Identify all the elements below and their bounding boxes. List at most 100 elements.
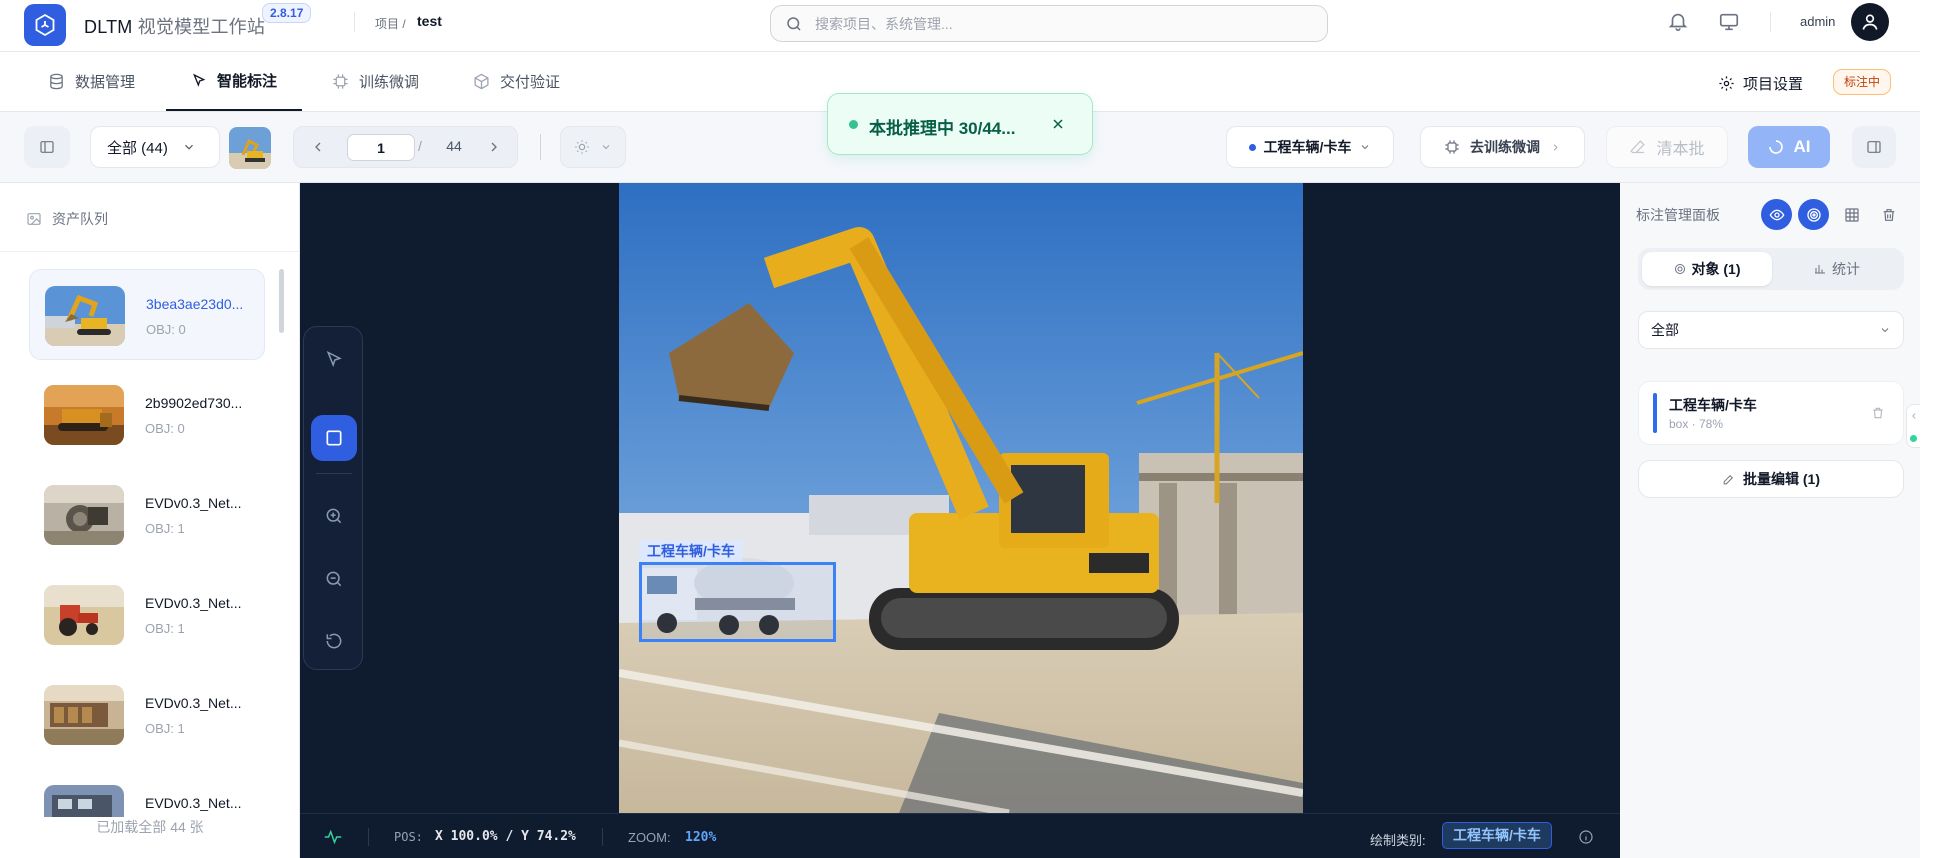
zoom-label: ZOOM: — [628, 830, 671, 845]
asset-thumbnail — [45, 286, 125, 346]
asset-thumbnail — [44, 385, 124, 445]
app-logo[interactable] — [24, 4, 66, 46]
tab-label: 数据管理 — [75, 74, 136, 91]
toggle-left-panel-button[interactable] — [24, 126, 70, 168]
top-header: DLTM 视觉模型工作站 2.8.17 项目 / test admin — [0, 0, 1920, 52]
header-divider — [354, 12, 355, 32]
bar-chart-icon — [1815, 265, 1825, 274]
trash-icon — [1883, 208, 1894, 221]
asset-name: 2b9902ed730... — [145, 395, 243, 411]
object-filter-select[interactable]: 全部 — [1638, 311, 1904, 349]
zoom-out-icon — [326, 571, 342, 587]
chevron-down-icon — [1881, 328, 1889, 333]
trash-icon[interactable] — [1871, 406, 1885, 420]
notification-bell-icon[interactable] — [1667, 10, 1689, 32]
segment-stats[interactable]: 统计 — [1774, 252, 1900, 286]
toggle-visibility-button[interactable] — [1761, 199, 1792, 230]
online-status-dot — [1910, 435, 1917, 442]
toggle-right-panel-button[interactable] — [1852, 126, 1896, 168]
asset-item[interactable]: 2b9902ed730... OBJ: 0 — [29, 369, 265, 460]
square-icon — [326, 430, 342, 446]
asset-object-count: OBJ: 1 — [145, 621, 185, 636]
scope-select[interactable]: 全部 (44) — [90, 126, 220, 168]
version-badge: 2.8.17 — [262, 3, 312, 23]
rectangle-tool[interactable] — [311, 415, 357, 461]
class-select[interactable]: 工程车辆/卡车 — [1226, 126, 1394, 168]
asset-item[interactable]: EVDv0.3_Net... OBJ: 1 — [29, 669, 265, 760]
next-page-icon[interactable] — [486, 139, 502, 155]
segment-objects-label: 对象 (1) — [1691, 261, 1741, 277]
collapse-panel-handle[interactable] — [1906, 404, 1920, 448]
asset-thumbnail — [44, 485, 124, 545]
project-settings-button[interactable]: 项目设置 — [1718, 73, 1803, 94]
batch-edit-button[interactable]: 批量编辑 (1) — [1638, 460, 1904, 498]
info-icon[interactable] — [1578, 829, 1594, 845]
toggle-focus-button[interactable] — [1798, 199, 1829, 230]
zoom-out-tool[interactable] — [311, 556, 357, 602]
annotation-image[interactable] — [619, 183, 1303, 813]
select-tool[interactable] — [311, 337, 357, 383]
bounding-box[interactable] — [639, 562, 836, 642]
monitor-icon[interactable] — [1718, 11, 1740, 33]
spinner-icon — [1768, 140, 1783, 154]
header-divider — [1770, 12, 1771, 32]
grid-icon — [1844, 207, 1859, 222]
asset-name: EVDv0.3_Net... — [145, 695, 242, 711]
user-icon — [1862, 14, 1878, 30]
ai-label: AI — [1793, 137, 1811, 156]
chevron-down-icon — [1362, 145, 1369, 150]
tool-divider — [316, 473, 352, 474]
chip-icon — [333, 74, 348, 89]
tab-label: 训练微调 — [359, 74, 420, 91]
canvas-status-bar: POS: X 100.0% / Y 74.2% ZOOM: 120% 绘制类别:… — [300, 813, 1620, 858]
asset-item[interactable]: 3bea3ae23d0... OBJ: 0 — [29, 269, 265, 360]
asset-queue-sidebar: 资产队列 3bea3ae23d0... OBJ: 0 2b9902ed730..… — [0, 183, 300, 858]
position-label: POS: — [394, 830, 423, 844]
project-settings-label: 项目设置 — [1743, 76, 1804, 93]
user-name[interactable]: admin — [1800, 14, 1835, 29]
asset-item[interactable]: EVDv0.3_Net... OBJ: 1 — [29, 569, 265, 660]
tab-delivery[interactable]: 交付验证 — [473, 52, 583, 111]
chevron-left-icon — [1912, 413, 1916, 419]
status-divider — [368, 828, 369, 846]
tab-smart-annotation[interactable]: 智能标注 — [166, 52, 302, 111]
asset-item[interactable]: EVDv0.3_Net... — [29, 769, 265, 817]
go-training-label: 去训练微调 — [1470, 139, 1540, 155]
delete-all-button[interactable] — [1873, 199, 1904, 230]
avatar[interactable] — [1851, 3, 1889, 41]
segment-objects[interactable]: 对象 (1) — [1642, 252, 1772, 286]
page-number-input[interactable] — [347, 134, 415, 161]
grid-view-button[interactable] — [1836, 199, 1867, 230]
tab-training[interactable]: 训练微调 — [332, 52, 442, 111]
object-class-name: 工程车辆/卡车 — [1669, 397, 1757, 413]
asset-list-scrollbar[interactable] — [279, 269, 284, 333]
clear-batch-button[interactable]: 清本批 — [1606, 126, 1728, 168]
asset-item[interactable]: EVDv0.3_Net... OBJ: 1 — [29, 469, 265, 560]
go-training-button[interactable]: 去训练微调 — [1420, 126, 1585, 168]
cube-icon — [474, 73, 489, 90]
previous-page-icon[interactable] — [310, 139, 326, 155]
eye-icon — [1769, 209, 1784, 220]
gear-icon — [1719, 76, 1734, 91]
tab-data-management[interactable]: 数据管理 — [48, 52, 148, 111]
ai-inference-button[interactable]: AI — [1748, 126, 1830, 168]
object-list-item[interactable]: 工程车辆/卡车 box · 78% — [1638, 381, 1904, 445]
breadcrumb-project[interactable]: test — [417, 13, 442, 29]
close-icon[interactable] — [1050, 116, 1066, 132]
asset-object-count: OBJ: 0 — [145, 421, 185, 436]
inference-toast: 本批推理中 30/44... — [827, 93, 1093, 155]
app-subtitle: 视觉模型工作站 — [137, 17, 266, 37]
global-search[interactable] — [770, 5, 1328, 42]
search-input[interactable] — [815, 6, 1315, 41]
current-image-thumbnail[interactable] — [229, 127, 271, 169]
tab-label: 交付验证 — [500, 74, 561, 91]
reset-view-tool[interactable] — [311, 618, 357, 664]
zoom-in-tool[interactable] — [311, 493, 357, 539]
bounding-box-label: 工程车辆/卡车 — [639, 540, 743, 562]
brightness-button[interactable] — [560, 126, 626, 168]
eraser-icon — [1630, 139, 1646, 153]
search-icon — [785, 15, 803, 33]
asset-thumbnail — [44, 585, 124, 645]
toast-status-dot — [849, 120, 858, 129]
class-color-dot — [1248, 143, 1256, 151]
